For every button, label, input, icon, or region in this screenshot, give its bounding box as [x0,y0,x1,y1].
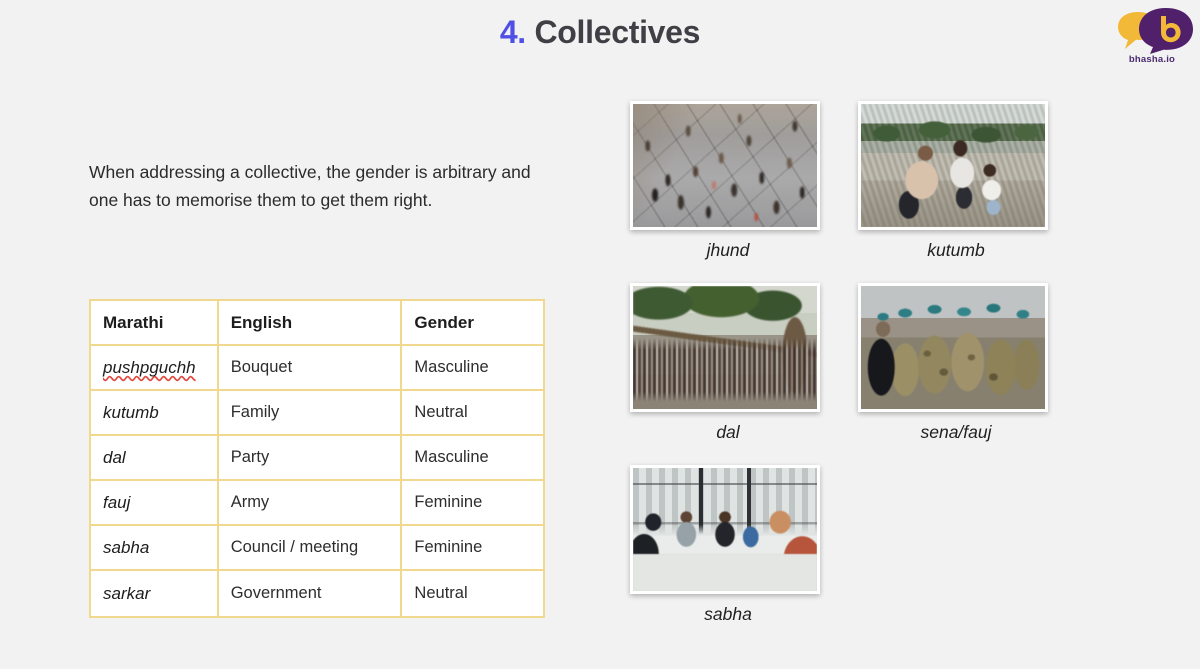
page-title: 4. Collectives [0,14,1200,51]
gathering-photo [633,286,817,409]
photo-caption: sena/fauj [920,422,992,442]
table-row: dal Party Masculine [91,436,543,481]
family-photo [861,104,1045,227]
marathi-term: sabha [103,537,150,557]
cell-gender: Masculine [402,346,543,391]
photo-card-kutumb: kutumb [858,101,1054,261]
crowd-photo [633,104,817,227]
photo-caption: sabha [704,604,752,624]
cell-gender: Neutral [402,571,543,616]
cell-english: Bouquet [218,346,403,391]
cell-gender: Masculine [402,436,543,481]
cell-english: Council / meeting [218,526,403,571]
photo-frame [858,101,1048,230]
cell-marathi: sabha [91,526,219,571]
table-row: fauj Army Feminine [91,481,543,526]
cell-english: Army [218,481,403,526]
meeting-photo [633,468,817,591]
cell-gender: Feminine [402,481,543,526]
brand-logo[interactable]: bhasha.io [1108,6,1196,74]
table-header-row: Marathi English Gender [91,301,543,346]
cell-gender: Neutral [402,391,543,436]
photo-frame [630,101,820,230]
column-header-english: English [218,301,403,346]
collectives-table: Marathi English Gender pushpguchh Bouque… [89,299,545,618]
cell-gender: Feminine [402,526,543,571]
cell-marathi: dal [91,436,219,481]
cell-english: Party [218,436,403,481]
photo-card-sena-fauj: sena/fauj [858,283,1054,443]
photo-caption: jhund [706,240,750,260]
column-header-marathi: Marathi [91,301,219,346]
photo-caption: dal [716,422,740,442]
cell-english: Family [218,391,403,436]
cell-marathi: sarkar [91,571,219,616]
photo-card-dal: dal [630,283,826,443]
marathi-term: sarkar [103,583,151,603]
cell-english: Government [218,571,403,616]
cell-marathi: kutumb [91,391,219,436]
brand-name: bhasha.io [1128,54,1176,65]
photo-caption: kutumb [927,240,985,260]
page-title-text: Collectives [534,14,701,50]
page-title-number: 4. [499,14,526,50]
marathi-term: fauj [103,492,131,512]
table-row: kutumb Family Neutral [91,391,543,436]
cell-marathi: fauj [91,481,219,526]
photo-frame [630,283,820,412]
marathi-term: dal [103,447,126,467]
table-row: sabha Council / meeting Feminine [91,526,543,571]
photo-card-sabha: sabha [630,465,826,625]
speech-bubble-logo-icon [1118,8,1193,54]
photo-frame [858,283,1048,412]
photo-card-jhund: jhund [630,101,826,261]
marathi-term: kutumb [103,402,159,422]
table-row: pushpguchh Bouquet Masculine [91,346,543,391]
column-header-gender: Gender [402,301,543,346]
table-row: sarkar Government Neutral [91,571,543,616]
marathi-term: pushpguchh [103,357,196,377]
cell-marathi: pushpguchh [91,346,219,391]
intro-paragraph: When addressing a collective, the gender… [89,162,531,211]
photo-frame [630,465,820,594]
soldiers-photo [861,286,1045,409]
